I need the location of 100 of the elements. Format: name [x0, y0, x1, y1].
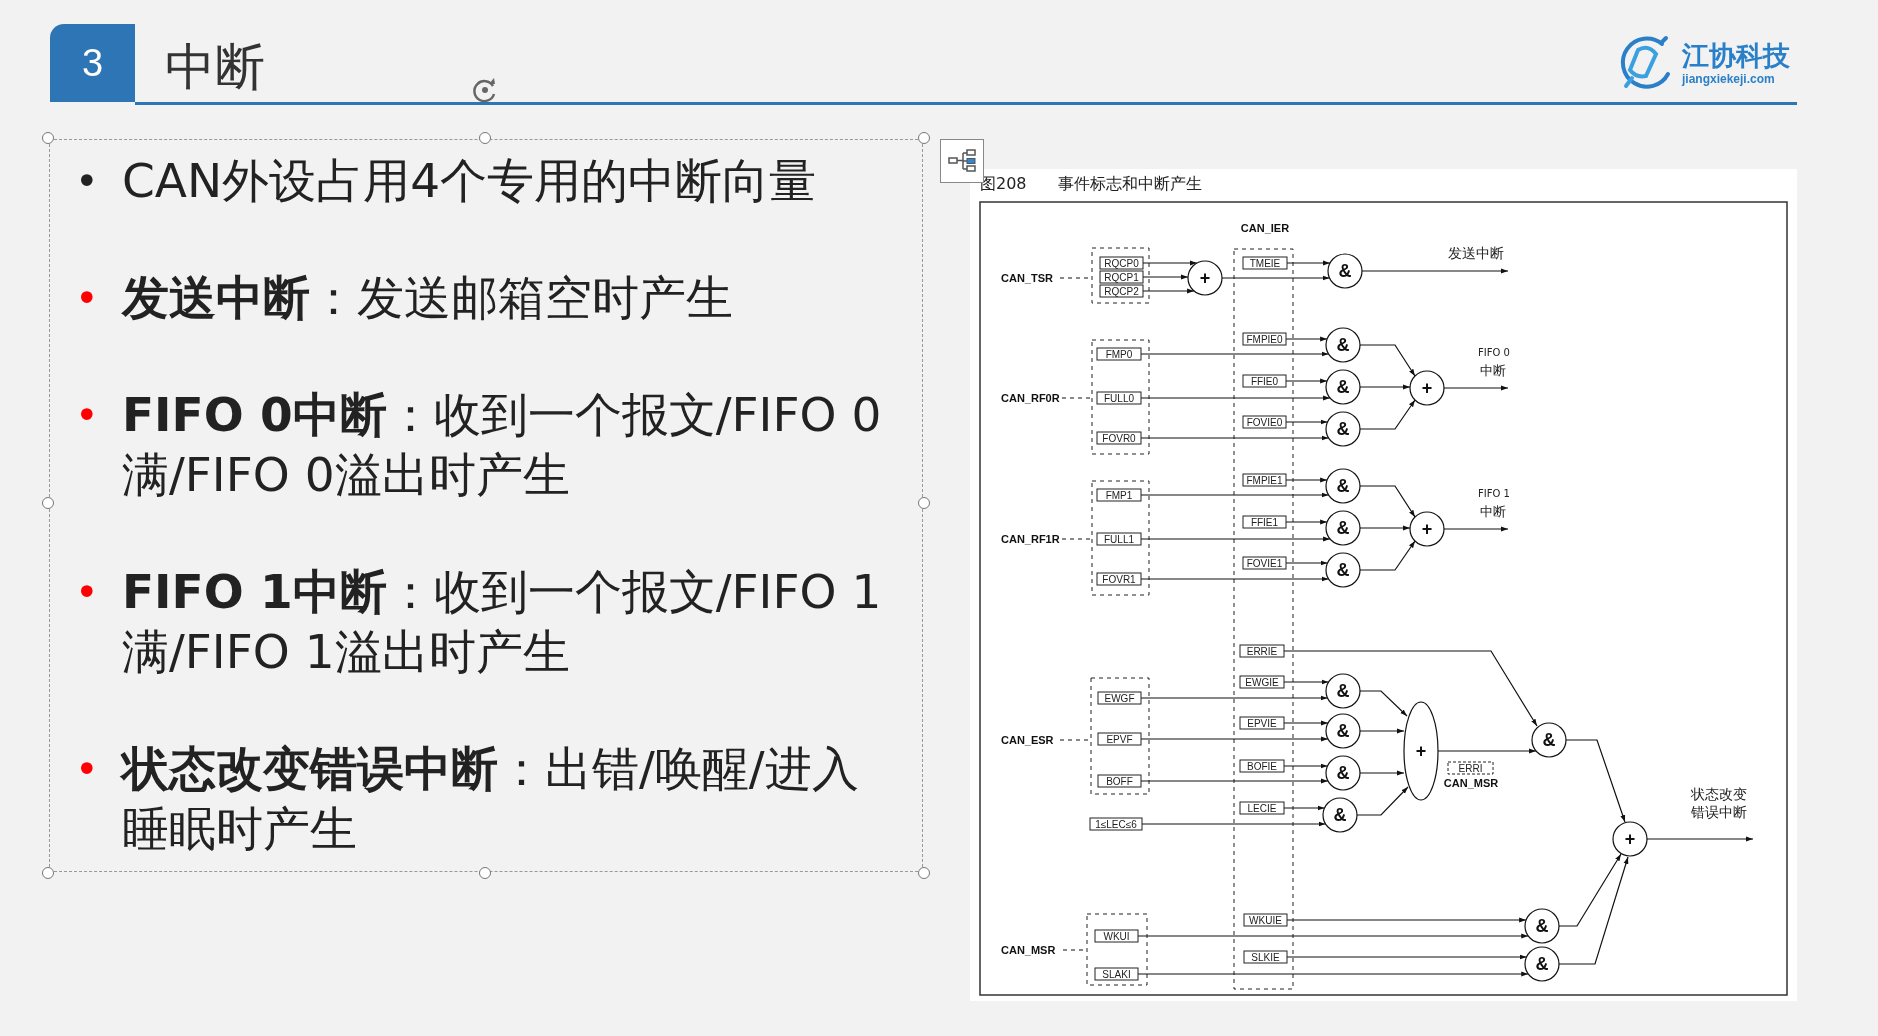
enable-box: BOFIE: [1239, 759, 1285, 773]
register-label: CAN_IER: [1240, 222, 1290, 234]
signal-arrow: [1285, 419, 1329, 425]
flag-box: RQCP1: [1099, 270, 1144, 284]
resize-handle[interactable]: [42, 867, 54, 879]
and-gate: &: [1325, 468, 1361, 504]
bullet-text: FIFO 0中断：收到一个报文/FIFO 0满/FIFO 0溢出时产生: [122, 386, 883, 504]
signal-arrow: [1359, 540, 1416, 571]
bullet-text: 发送中断：发送邮箱空时产生: [122, 269, 733, 327]
register-group-frame: [1091, 247, 1150, 304]
flag-box: FOVR0: [1096, 431, 1142, 445]
output-label: 状态改变: [1691, 786, 1747, 802]
and-gate: &: [1325, 673, 1361, 709]
enable-box: EWGIE: [1239, 675, 1285, 689]
and-gate: &: [1325, 510, 1361, 546]
or-gate: +: [1403, 701, 1439, 801]
enable-box: WKUIE: [1243, 913, 1288, 927]
signal-arrow: [1356, 786, 1409, 816]
and-gate: &: [1325, 369, 1361, 405]
enable-box: TMEIE: [1242, 256, 1288, 270]
resize-handle[interactable]: [918, 497, 930, 509]
flag-box: BOFF: [1097, 774, 1142, 788]
output-label: 错误中断: [1691, 804, 1747, 820]
bullet-icon: •: [75, 151, 122, 211]
or-gate: +: [1409, 511, 1445, 547]
bullet-icon: •: [75, 268, 122, 328]
enable-box: LECIE: [1239, 801, 1285, 815]
bullet-icon: •: [75, 562, 122, 682]
bullet-text: CAN外设占用4个专用的中断向量: [122, 152, 817, 210]
bullet-text: FIFO 1中断：收到一个报文/FIFO 1满/FIFO 1溢出时产生: [122, 563, 883, 681]
status-flag-box: ERRI: [1447, 761, 1494, 775]
signal-arrow: [1285, 477, 1328, 483]
and-gate: &: [1531, 722, 1567, 758]
enable-box: FMPIE0: [1242, 332, 1287, 346]
register-label: CAN_MSR: [1443, 777, 1499, 789]
and-gate: &: [1325, 327, 1361, 363]
signal-arrow: [1359, 770, 1405, 776]
signal-arrow: [1359, 399, 1416, 430]
register-label: CAN_RF1R: [1001, 533, 1060, 545]
output-label: 中断: [1480, 363, 1506, 378]
signal-arrow: [1285, 560, 1329, 566]
signal-arrow: [1359, 485, 1416, 518]
enable-box: FMPIE1: [1242, 473, 1287, 487]
flag-box: 1≤LEC≤6: [1089, 817, 1143, 831]
enable-box: SLKIE: [1243, 950, 1288, 964]
bullet-icon: •: [75, 385, 122, 505]
or-gate: +: [1187, 260, 1223, 296]
flag-box: RQCP2: [1099, 284, 1144, 298]
bullet-text: 状态改变错误中断：出错/唤醒/进入睡眠时产生: [122, 740, 860, 858]
signal-arrow: [1285, 519, 1328, 525]
flag-box: FULL1: [1096, 532, 1142, 546]
leader-line: [1061, 397, 1093, 399]
output-label: FIFO 0: [1478, 347, 1510, 358]
resize-handle[interactable]: [479, 867, 491, 879]
resize-handle[interactable]: [42, 497, 54, 509]
flag-box: FOVR1: [1096, 572, 1142, 586]
logo-name: 江协科技: [1682, 40, 1790, 72]
flag-box: FULL0: [1096, 391, 1142, 405]
hierarchy-icon: [947, 147, 977, 175]
leader-line: [1061, 538, 1093, 540]
signal-arrow: [1285, 378, 1328, 384]
enable-box: FFIE1: [1242, 515, 1287, 529]
flag-box: EWGF: [1097, 691, 1142, 705]
flag-box: FMP0: [1096, 347, 1142, 361]
flag-box: SLAKI: [1094, 967, 1139, 981]
resize-handle[interactable]: [42, 132, 54, 144]
slide-title: 中断: [165, 37, 265, 98]
and-gate: &: [1325, 713, 1361, 749]
signal-arrow: [1142, 274, 1189, 280]
enable-box: FFIE0: [1242, 374, 1287, 388]
output-label: 中断: [1480, 504, 1506, 519]
register-label: CAN_TSR: [1001, 272, 1053, 284]
signal-arrow: [1359, 344, 1416, 377]
signal-arrow: [1359, 525, 1411, 531]
flag-box: FMP1: [1096, 488, 1142, 502]
and-gate: &: [1524, 908, 1560, 944]
enable-box: EPVIE: [1239, 716, 1285, 730]
resize-handle[interactable]: [479, 132, 491, 144]
or-gate: +: [1612, 821, 1648, 857]
resize-handle[interactable]: [918, 132, 930, 144]
logo-url: jiangxiekeji.com: [1682, 72, 1776, 86]
resize-handle[interactable]: [918, 867, 930, 879]
enable-box: ERRIE: [1239, 644, 1285, 658]
flag-box: RQCP0: [1099, 256, 1144, 270]
and-gate: &: [1325, 552, 1361, 588]
signal-arrow: [1142, 288, 1195, 294]
and-gate: &: [1524, 946, 1560, 982]
register-label: CAN_MSR: [1001, 944, 1056, 956]
register-label: CAN_RF0R: [1001, 392, 1060, 404]
signal-arrow: [1142, 260, 1198, 266]
and-gate: &: [1325, 755, 1361, 791]
signal-arrow: [1283, 763, 1329, 769]
output-label: 发送中断: [1448, 245, 1504, 261]
signal-arrow: [1359, 384, 1411, 390]
register-label: CAN_ESR: [1001, 734, 1054, 746]
slide-number-badge: 3: [50, 24, 135, 102]
signal-arrow: [1443, 385, 1509, 391]
signal-arrow: [1443, 526, 1509, 532]
signal-arrow: [1285, 336, 1328, 342]
figure-caption: 事件标志和中断产生: [1058, 174, 1202, 193]
